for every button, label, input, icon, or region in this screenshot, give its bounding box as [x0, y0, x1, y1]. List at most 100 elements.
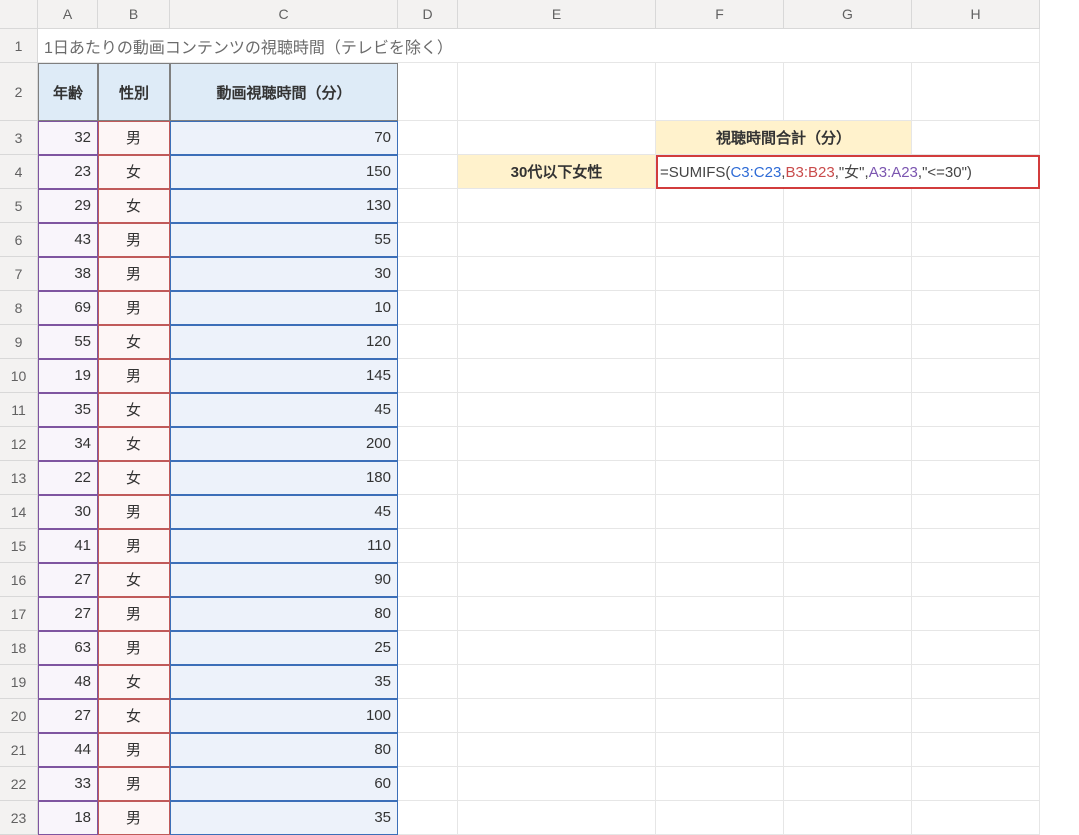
cell-blank[interactable]	[398, 257, 458, 291]
cell-time[interactable]: 200	[170, 427, 398, 461]
cell-sex[interactable]: 女	[98, 563, 170, 597]
cell-age[interactable]: 22	[38, 461, 98, 495]
cell-blank[interactable]	[656, 359, 784, 393]
cell-time[interactable]: 35	[170, 665, 398, 699]
col-header-C[interactable]: C	[170, 0, 398, 29]
cell-sex[interactable]: 男	[98, 529, 170, 563]
cell-sex[interactable]: 女	[98, 427, 170, 461]
cell-age[interactable]: 55	[38, 325, 98, 359]
cell-time[interactable]: 100	[170, 699, 398, 733]
cell-blank[interactable]	[784, 257, 912, 291]
row-header-9[interactable]: 9	[0, 325, 38, 359]
cell-blank[interactable]	[398, 393, 458, 427]
spreadsheet-grid[interactable]: ABCDEFGH11日あたりの動画コンテンツの視聴時間（テレビを除く）2年齢性別…	[0, 0, 1079, 835]
cell-blank[interactable]	[458, 529, 656, 563]
cell-blank[interactable]	[912, 325, 1040, 359]
cell-blank[interactable]	[398, 699, 458, 733]
cell-time[interactable]: 180	[170, 461, 398, 495]
cell-age[interactable]: 27	[38, 597, 98, 631]
cell-blank[interactable]	[656, 733, 784, 767]
cell-blank[interactable]	[912, 393, 1040, 427]
cell-sex[interactable]: 女	[98, 189, 170, 223]
row-header-12[interactable]: 12	[0, 427, 38, 461]
cell-blank[interactable]	[458, 665, 656, 699]
cell-blank[interactable]	[784, 801, 912, 835]
cell-sex[interactable]: 女	[98, 665, 170, 699]
cell-blank[interactable]	[784, 767, 912, 801]
row-header-23[interactable]: 23	[0, 801, 38, 835]
cell-blank[interactable]	[398, 291, 458, 325]
cell-time[interactable]: 130	[170, 189, 398, 223]
cell-blank[interactable]	[656, 563, 784, 597]
row-header-4[interactable]: 4	[0, 155, 38, 189]
cell-time[interactable]: 10	[170, 291, 398, 325]
cell-age[interactable]: 69	[38, 291, 98, 325]
row-header-18[interactable]: 18	[0, 631, 38, 665]
cell-blank[interactable]	[398, 767, 458, 801]
cell-time[interactable]: 35	[170, 801, 398, 835]
row-header-14[interactable]: 14	[0, 495, 38, 529]
cell-blank[interactable]	[656, 665, 784, 699]
cell-blank[interactable]	[912, 427, 1040, 461]
cell-blank[interactable]	[912, 223, 1040, 257]
cell-time[interactable]: 80	[170, 733, 398, 767]
cell-time[interactable]: 70	[170, 121, 398, 155]
cell-blank[interactable]	[656, 631, 784, 665]
cell-age[interactable]: 30	[38, 495, 98, 529]
cell-blank[interactable]	[458, 767, 656, 801]
cell-sex[interactable]: 男	[98, 257, 170, 291]
row-header-21[interactable]: 21	[0, 733, 38, 767]
cell-time[interactable]: 45	[170, 393, 398, 427]
cell-blank[interactable]	[784, 63, 912, 121]
col-header-F[interactable]: F	[656, 0, 784, 29]
cell-blank[interactable]	[398, 801, 458, 835]
cell-time[interactable]: 80	[170, 597, 398, 631]
cell-blank[interactable]	[398, 223, 458, 257]
cell-time[interactable]: 110	[170, 529, 398, 563]
cell-blank[interactable]	[784, 189, 912, 223]
row-header-7[interactable]: 7	[0, 257, 38, 291]
col-header-H[interactable]: H	[912, 0, 1040, 29]
cell-blank[interactable]	[458, 801, 656, 835]
cell-time[interactable]: 60	[170, 767, 398, 801]
cell-blank[interactable]	[784, 529, 912, 563]
cell-age[interactable]: 18	[38, 801, 98, 835]
cell-blank[interactable]	[458, 121, 656, 155]
cell-blank[interactable]	[398, 529, 458, 563]
cell-blank[interactable]	[656, 223, 784, 257]
cell-blank[interactable]	[656, 427, 784, 461]
cell-sex[interactable]: 男	[98, 767, 170, 801]
cell-blank[interactable]	[458, 393, 656, 427]
col-header-G[interactable]: G	[784, 0, 912, 29]
cell-blank[interactable]	[912, 699, 1040, 733]
col-header-A[interactable]: A	[38, 0, 98, 29]
cell-blank[interactable]	[784, 665, 912, 699]
cell-blank[interactable]	[784, 359, 912, 393]
cell-blank[interactable]	[912, 257, 1040, 291]
row-header-19[interactable]: 19	[0, 665, 38, 699]
cell-blank[interactable]	[656, 597, 784, 631]
row-header-20[interactable]: 20	[0, 699, 38, 733]
cell-blank[interactable]	[656, 801, 784, 835]
col-header-B[interactable]: B	[98, 0, 170, 29]
cell-blank[interactable]	[398, 121, 458, 155]
cell-blank[interactable]	[912, 665, 1040, 699]
cell-age[interactable]: 23	[38, 155, 98, 189]
row-header-13[interactable]: 13	[0, 461, 38, 495]
select-all-corner[interactable]	[0, 0, 38, 29]
cell-age[interactable]: 33	[38, 767, 98, 801]
cell-blank[interactable]	[656, 495, 784, 529]
cell-blank[interactable]	[912, 529, 1040, 563]
cell-blank[interactable]	[784, 393, 912, 427]
cell-blank[interactable]	[912, 801, 1040, 835]
cell-blank[interactable]	[912, 563, 1040, 597]
cell-blank[interactable]	[398, 359, 458, 393]
cell-blank[interactable]	[458, 291, 656, 325]
cell-blank[interactable]	[912, 495, 1040, 529]
col-header-D[interactable]: D	[398, 0, 458, 29]
formula-cell[interactable]: =SUMIFS(C3:C23,B3:B23,"女",A3:A23,"<=30")	[656, 155, 1040, 189]
cell-blank[interactable]	[656, 699, 784, 733]
cell-blank[interactable]	[398, 189, 458, 223]
row-header-16[interactable]: 16	[0, 563, 38, 597]
cell-blank[interactable]	[912, 63, 1040, 121]
